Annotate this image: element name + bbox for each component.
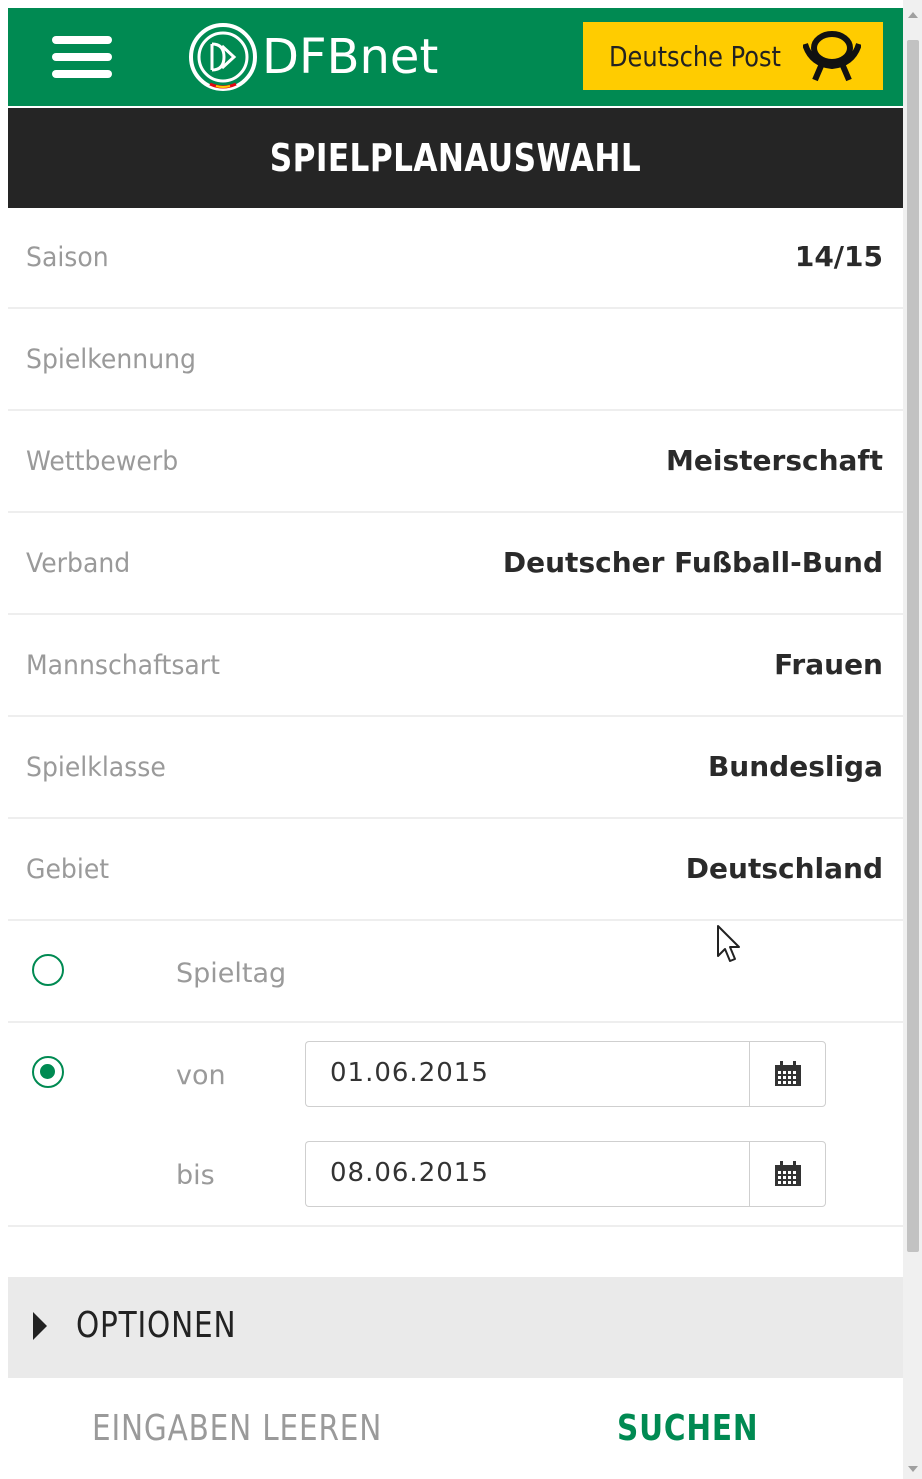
field-row-verband[interactable]: Verband Deutscher Fußball-Bund [8,514,903,615]
spieltag-row: Spieltag [8,922,903,1023]
clear-inputs-button[interactable]: EINGABEN LEEREN [92,1408,382,1449]
options-toggle[interactable]: OPTIONEN [8,1277,903,1378]
page-title: SPIELPLANAUSWAHL [269,136,642,180]
field-label: Spielkennung [26,344,196,375]
field-value: Meisterschaft [666,444,883,477]
field-label: Mannschaftsart [26,650,220,681]
field-row-mannschaftsart[interactable]: Mannschaftsart Frauen [8,616,903,717]
field-value: Deutscher Fußball-Bund [502,546,883,579]
field-label: Saison [26,242,109,273]
app-frame: DFBnet Deutsche Post SPIELPLANAUSWAHL Sa… [8,8,903,1479]
options-label: OPTIONEN [76,1305,237,1346]
field-value: 14/15 [794,240,883,273]
logo-text: DFBnet [262,29,439,85]
von-calendar-button[interactable] [749,1041,826,1107]
scroll-down-arrow-icon[interactable] [908,1466,918,1472]
dfb-logo-icon [189,23,257,91]
mouse-cursor-icon [717,925,740,962]
search-button[interactable]: SUCHEN [617,1408,758,1449]
field-row-spielklasse[interactable]: Spielklasse Bundesliga [8,718,903,819]
vertical-scrollbar[interactable] [903,0,922,1479]
calendar-icon [775,1161,801,1186]
bis-date-input[interactable]: 08.06.2015 [305,1141,749,1207]
dfbnet-logo[interactable]: DFBnet [188,22,438,92]
scroll-up-arrow-icon[interactable] [908,12,918,18]
action-bar: EINGABEN LEEREN SUCHEN [8,1378,903,1479]
calendar-icon [775,1061,801,1086]
spieltag-radio[interactable] [32,954,64,986]
post-horn-icon [803,31,861,82]
field-label: Verband [26,548,131,579]
von-label: von [176,1060,226,1091]
menu-icon[interactable] [52,36,112,78]
field-label: Wettbewerb [26,446,179,477]
field-value: Frauen [774,648,883,681]
field-row-gebiet[interactable]: Gebiet Deutschland [8,820,903,921]
date-range-row: von 01.06.2015 bis 08.06.2015 [8,1024,903,1227]
field-row-saison[interactable]: Saison 14/15 [8,208,903,309]
field-row-spielkennung[interactable]: Spielkennung [8,310,903,411]
field-value: Deutschland [685,852,883,885]
date-range-radio[interactable] [32,1056,64,1088]
scroll-thumb[interactable] [907,40,919,1252]
field-label: Gebiet [26,854,110,885]
field-label: Spielklasse [26,752,166,783]
von-date-group: 01.06.2015 [305,1041,826,1107]
top-bar: DFBnet Deutsche Post [8,8,903,106]
bis-calendar-button[interactable] [749,1141,826,1207]
bis-label: bis [176,1160,215,1191]
bis-date-group: 08.06.2015 [305,1141,826,1207]
page-title-bar: SPIELPLANAUSWAHL [8,108,903,208]
field-value: Bundesliga [707,750,883,783]
deutsche-post-banner[interactable]: Deutsche Post [583,22,883,90]
von-date-input[interactable]: 01.06.2015 [305,1041,749,1107]
caret-right-icon [33,1312,47,1340]
sponsor-text: Deutsche Post [609,39,781,73]
field-row-wettbewerb[interactable]: Wettbewerb Meisterschaft [8,412,903,513]
spieltag-label: Spieltag [176,958,287,989]
